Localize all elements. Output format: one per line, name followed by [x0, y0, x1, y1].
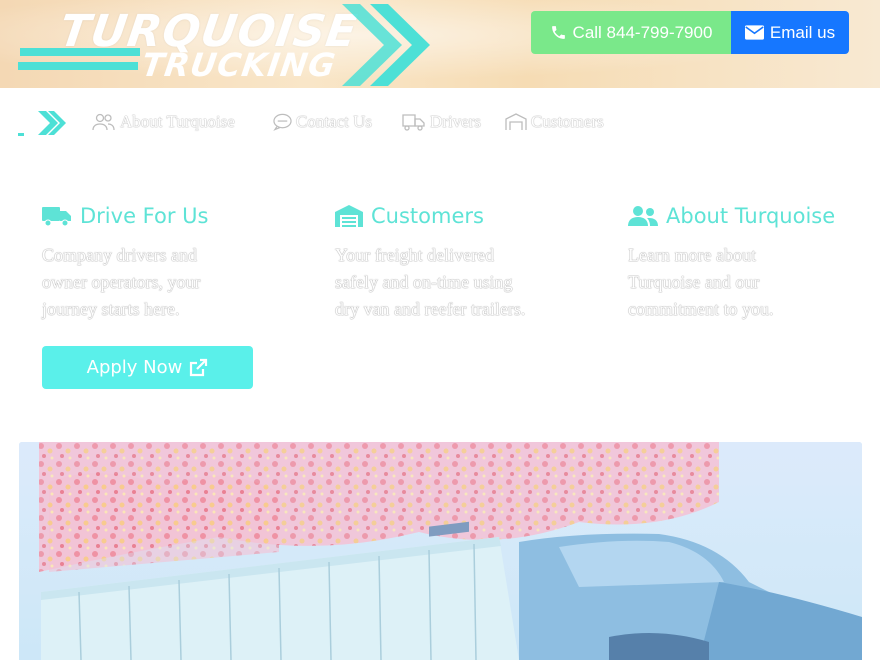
email-button[interactable]: Email us	[731, 11, 849, 54]
call-button-label: Call 844-799-7900	[572, 22, 713, 42]
feature-description: Company drivers and owner operators, you…	[42, 242, 282, 323]
site-logo[interactable]: TURQUOISE TRUCKING	[18, 4, 430, 86]
feature-line: owner operators, your	[42, 272, 201, 292]
feature-title-text: Drive For Us	[80, 204, 209, 228]
feature-description: Learn more about Turquoise and our commi…	[628, 242, 868, 323]
external-link-icon	[190, 358, 208, 376]
truck-photo	[19, 442, 862, 660]
users-icon	[628, 206, 658, 226]
feature-description: Your freight delivered safely and on-tim…	[335, 242, 575, 323]
nav-item-label: Customers	[531, 112, 604, 131]
nav-item-label: Contact Us	[296, 112, 373, 131]
nav-item-label: About Turquoise	[120, 112, 235, 131]
feature-title-text: Customers	[371, 204, 484, 228]
feature-title[interactable]: About Turquoise	[628, 204, 868, 228]
nav-logo-chevron-icon[interactable]	[18, 110, 68, 136]
feature-drive: Drive For Us Company drivers and owner o…	[42, 204, 282, 323]
phone-icon	[551, 26, 565, 39]
chat-icon	[273, 113, 292, 131]
email-button-label: Email us	[769, 22, 836, 42]
apply-now-button[interactable]: Apply Now	[42, 346, 253, 389]
nav-item-drivers[interactable]: Drivers	[402, 112, 481, 132]
warehouse-icon	[335, 205, 363, 227]
apply-now-label: Apply Now	[86, 357, 183, 378]
feature-title-text: About Turquoise	[666, 204, 836, 228]
hero-truck-photo	[19, 442, 862, 660]
envelope-icon	[744, 25, 764, 40]
warehouse-icon	[505, 113, 527, 130]
logo-stripe	[18, 62, 138, 70]
logo-chevron-icon	[342, 4, 430, 86]
logo-text-sub: TRUCKING	[139, 46, 339, 84]
feature-line: Company drivers and	[42, 245, 197, 265]
feature-about: About Turquoise Learn more about Turquoi…	[628, 204, 868, 323]
feature-line: dry van and reefer trailers.	[335, 299, 526, 319]
feature-title[interactable]: Customers	[335, 204, 575, 228]
truck-icon	[402, 114, 425, 131]
feature-line: Learn more about	[628, 245, 756, 265]
feature-line: Your freight delivered	[335, 245, 495, 265]
site-header: TURQUOISE TRUCKING Call 844-799-7900 Ema…	[0, 0, 880, 88]
feature-title[interactable]: Drive For Us	[42, 204, 282, 228]
feature-line: safely and on-time using	[335, 272, 513, 292]
call-button[interactable]: Call 844-799-7900	[531, 11, 731, 54]
nav-item-customers[interactable]: Customers	[505, 112, 604, 132]
feature-line: Turquoise and our	[628, 272, 760, 292]
feature-line: commitment to you.	[628, 299, 774, 319]
feature-line: journey starts here.	[42, 299, 180, 319]
truck-icon	[42, 207, 71, 227]
nav-item-label: Drivers	[430, 112, 481, 131]
users-icon	[92, 113, 115, 131]
nav-item-contact[interactable]: Contact Us	[273, 112, 372, 132]
feature-customers: Customers Your freight delivered safely …	[335, 204, 575, 323]
nav-item-about[interactable]: About Turquoise	[92, 112, 235, 132]
main-nav: About Turquoise Contact Us Drivers Custo…	[0, 100, 880, 144]
